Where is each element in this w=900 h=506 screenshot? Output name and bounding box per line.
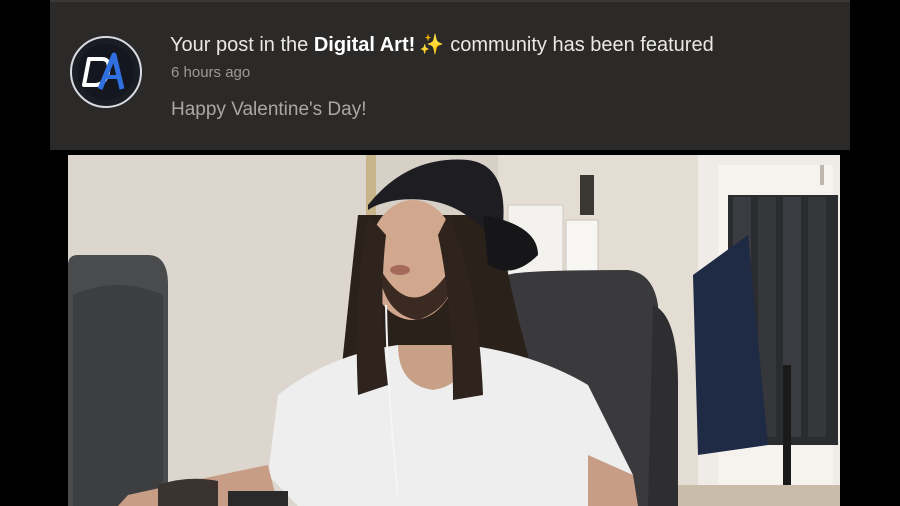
title-suffix: community has been featured (450, 34, 714, 56)
video-scene (68, 155, 840, 506)
community-avatar-icon[interactable] (70, 36, 142, 108)
notification-timestamp: 6 hours ago (171, 64, 251, 81)
notification-message: Happy Valentine's Day! (171, 99, 367, 120)
sparkles-icon: ✨ (419, 34, 445, 56)
community-name[interactable]: Digital Art! (314, 34, 415, 56)
notification-card[interactable]: Your post in the Digital Art! ✨ community … (50, 0, 850, 150)
webcam-video-frame (68, 155, 840, 506)
title-prefix: Your post in the (170, 34, 314, 56)
digital-art-logo-icon (78, 44, 134, 100)
screen: Your post in the Digital Art! ✨ community … (0, 0, 900, 506)
notification-title: Your post in the Digital Art! ✨ community … (170, 32, 714, 57)
